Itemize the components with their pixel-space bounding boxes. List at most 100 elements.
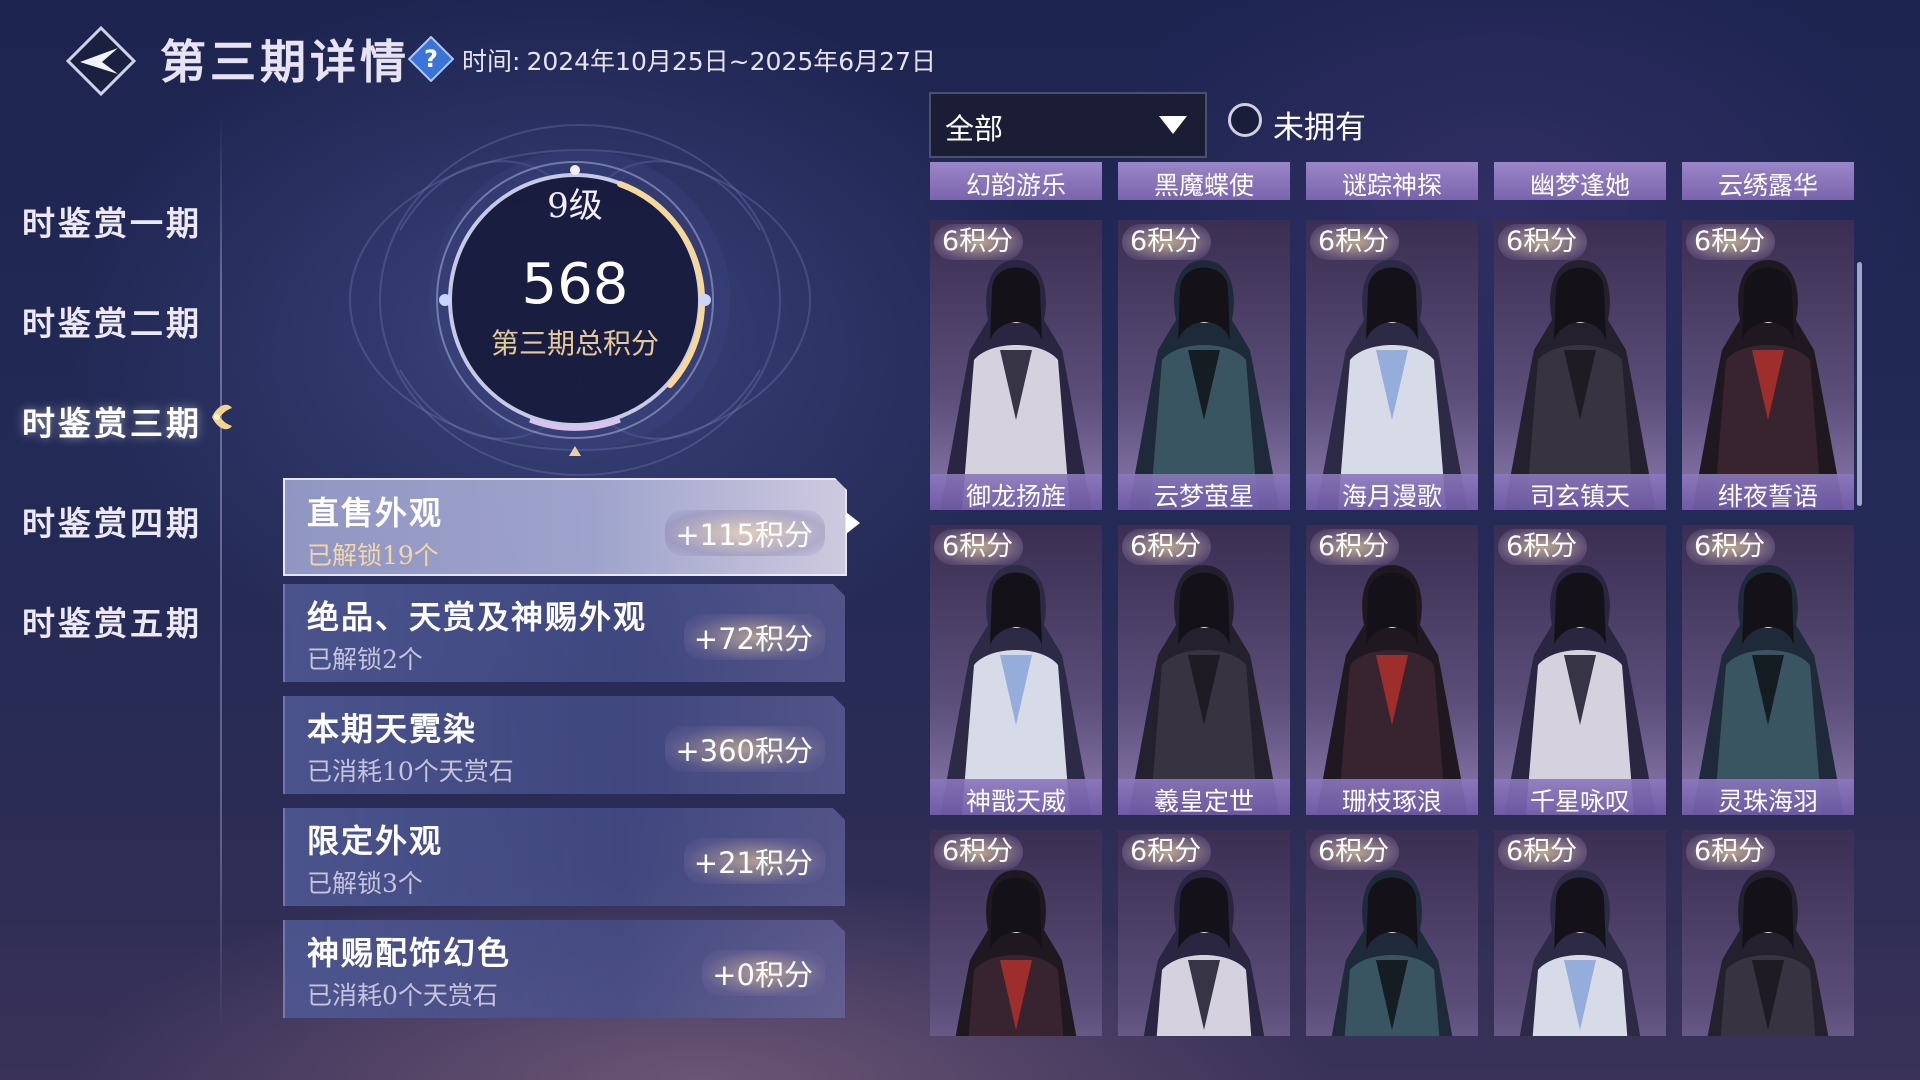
costume-card[interactable]: 6积分 <box>1494 830 1666 1036</box>
page-title: 第三期详情 <box>160 35 410 89</box>
costume-name: 黑魔蝶使 <box>1153 171 1254 200</box>
costume-name: 灵珠海羽 <box>1717 787 1818 815</box>
character-portrait <box>1692 565 1844 815</box>
points-badge: 6积分 <box>1310 529 1400 565</box>
category-limited[interactable]: 限定外观 已解锁3个 +21积分 <box>283 808 845 906</box>
costume-card[interactable]: 6积分千星咏叹 <box>1494 525 1666 815</box>
points-badge: 6积分 <box>934 224 1024 260</box>
points-badge: 6积分 <box>1498 834 1588 870</box>
not-owned-radio[interactable] <box>1228 103 1262 137</box>
costume-card-partial[interactable]: 幻韵游乐 <box>930 162 1102 200</box>
points-badge: 6积分 <box>1498 224 1588 260</box>
points-badge: 6积分 <box>934 834 1024 870</box>
costume-card-partial[interactable]: 谜踪神探 <box>1306 162 1478 200</box>
costume-name-bar: 绯夜誓语 <box>1682 474 1854 510</box>
costume-name: 御龙扬旌 <box>965 482 1066 510</box>
costume-name-bar: 千星咏叹 <box>1494 779 1666 815</box>
costume-card[interactable]: 6积分 <box>930 830 1102 1036</box>
costume-name: 海月漫歌 <box>1341 482 1442 510</box>
category-title: 绝品、天赏及神赐外观 <box>307 598 648 636</box>
triangle-down-icon <box>1159 116 1187 134</box>
points-badge: 6积分 <box>1498 529 1588 565</box>
category-title: 神赐配饰幻色 <box>307 934 512 972</box>
nav-item-period-5[interactable]: 时鉴赏五期 <box>22 597 202 645</box>
time-range: 时间: 2024年10月25日~2025年6月27日 <box>462 42 942 78</box>
character-portrait <box>1504 260 1656 510</box>
costume-card-partial[interactable]: 幽梦逢她 <box>1494 162 1666 200</box>
costume-name-bar: 云梦萤星 <box>1118 474 1290 510</box>
costume-name-bar: 灵珠海羽 <box>1682 779 1854 815</box>
category-subtitle: 已解锁19个 <box>307 541 439 570</box>
category-points: +360积分 <box>665 726 825 772</box>
category-subtitle: 已消耗0个天赏石 <box>307 981 498 1010</box>
costume-name-bar: 神戬天威 <box>930 779 1102 815</box>
points-badge: 6积分 <box>1122 834 1212 870</box>
character-portrait <box>1128 565 1280 815</box>
character-portrait <box>1316 260 1468 510</box>
score-label: 第三期总积分 <box>490 327 659 360</box>
costume-card[interactable]: 6积分御龙扬旌 <box>930 220 1102 510</box>
costume-name: 幻韵游乐 <box>965 171 1066 200</box>
points-badge: 6积分 <box>934 529 1024 565</box>
filter-dropdown[interactable]: 全部 <box>929 92 1207 158</box>
nav-item-period-1[interactable]: 时鉴赏一期 <box>22 197 202 245</box>
character-portrait <box>940 260 1092 510</box>
costume-card[interactable]: 6积分羲皇定世 <box>1118 525 1290 815</box>
costume-name: 云梦萤星 <box>1153 482 1254 510</box>
question-diamond-icon[interactable]: ? <box>408 36 454 82</box>
costume-name: 羲皇定世 <box>1153 787 1254 815</box>
costume-name-bar: 御龙扬旌 <box>930 474 1102 510</box>
costume-name: 云绣露华 <box>1717 171 1818 200</box>
points-badge: 6积分 <box>1686 529 1776 565</box>
back-button[interactable] <box>66 26 136 96</box>
category-subtitle: 已消耗10个天赏石 <box>307 757 514 786</box>
category-title: 本期天霓染 <box>307 710 478 748</box>
costume-card[interactable]: 6积分司玄镇天 <box>1494 220 1666 510</box>
category-title: 限定外观 <box>307 822 444 860</box>
costume-card[interactable]: 6积分 <box>1118 830 1290 1036</box>
costume-name: 幽梦逢她 <box>1529 171 1630 200</box>
nav-item-period-4[interactable]: 时鉴赏四期 <box>22 497 202 545</box>
costume-card-partial[interactable]: 云绣露华 <box>1682 162 1854 200</box>
costume-card[interactable]: 6积分绯夜誓语 <box>1682 220 1854 510</box>
category-premium[interactable]: 绝品、天赏及神赐外观 已解锁2个 +72积分 <box>283 584 845 682</box>
nav-item-period-3[interactable]: 时鉴赏三期 <box>22 397 202 445</box>
category-points: +21积分 <box>684 838 825 884</box>
nav-divider <box>220 115 222 1030</box>
costume-card[interactable]: 6积分 <box>1682 830 1854 1036</box>
not-owned-label[interactable]: 未拥有 <box>1273 102 1366 147</box>
points-badge: 6积分 <box>1122 529 1212 565</box>
score-total: 568 <box>521 252 629 317</box>
costume-card[interactable]: 6积分 海月漫歌 <box>1306 220 1478 510</box>
character-portrait <box>1504 565 1656 815</box>
category-subtitle: 已解锁3个 <box>307 869 423 898</box>
costume-name: 千星咏叹 <box>1529 787 1630 815</box>
costume-card[interactable]: 6积分灵珠海羽 <box>1682 525 1854 815</box>
costume-card[interactable]: 6积分神戬天威 <box>930 525 1102 815</box>
costume-card-partial[interactable]: 黑魔蝶使 <box>1118 162 1290 200</box>
nav-item-period-2[interactable]: 时鉴赏二期 <box>22 297 202 345</box>
character-portrait <box>940 565 1092 815</box>
category-dye[interactable]: 本期天霓染 已消耗10个天赏石 +360积分 <box>283 696 845 794</box>
costume-grid: 幻韵游乐 黑魔蝶使 谜踪神探 幽梦逢她 云绣露华 6积分 御龙扬旌 6积分 云梦萤星 6积分 海月漫… <box>926 162 1854 1036</box>
grid-scrollbar[interactable] <box>1857 262 1862 506</box>
costume-card[interactable]: 6积分珊枝琢浪 <box>1306 525 1478 815</box>
category-points: +72积分 <box>684 614 825 660</box>
category-accessory-color[interactable]: 神赐配饰幻色 已消耗0个天赏石 +0积分 <box>283 920 845 1018</box>
costume-card[interactable]: 6积分 云梦萤星 <box>1118 220 1290 510</box>
character-portrait <box>1692 260 1844 510</box>
costume-name: 司玄镇天 <box>1529 482 1630 510</box>
points-badge: 6积分 <box>1686 224 1776 260</box>
character-portrait <box>1128 260 1280 510</box>
category-direct-sale[interactable]: 直售外观 已解锁19个 +115积分 <box>283 478 847 576</box>
costume-name: 神戬天威 <box>965 787 1066 815</box>
costume-name-bar: 海月漫歌 <box>1306 474 1478 510</box>
category-points: +115积分 <box>665 510 825 556</box>
points-badge: 6积分 <box>1310 834 1400 870</box>
costume-card[interactable]: 6积分 <box>1306 830 1478 1036</box>
filter-selected: 全部 <box>945 112 1004 146</box>
category-points: +0积分 <box>702 950 825 996</box>
leaf-ornament-icon <box>212 404 232 430</box>
svg-text:?: ? <box>424 45 438 73</box>
costume-name-bar: 珊枝琢浪 <box>1306 779 1478 815</box>
